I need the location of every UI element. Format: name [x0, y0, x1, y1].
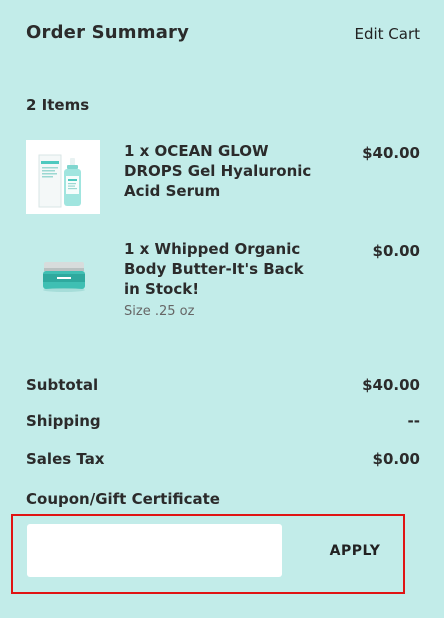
item-count: 2 Items	[26, 96, 90, 114]
sales-tax-value: $0.00	[372, 450, 420, 468]
item-name-serum[interactable]: 1 x OCEAN GLOW DROPS Gel Hyaluronic Acid…	[124, 141, 324, 201]
sales-tax-label: Sales Tax	[26, 450, 105, 468]
shipping-value: --	[407, 412, 420, 430]
body-butter-jar-image[interactable]	[26, 238, 100, 312]
item-price-body-butter: $0.00	[372, 242, 420, 260]
serum-bottle-illustration	[26, 140, 100, 214]
item-name-body-butter[interactable]: 1 x Whipped Organic Body Butter-It's Bac…	[124, 239, 324, 299]
apply-coupon-button[interactable]: APPLY	[300, 532, 410, 570]
edit-cart-link[interactable]: Edit Cart	[354, 25, 420, 43]
subtotal-label: Subtotal	[26, 376, 99, 394]
body-butter-jar-illustration	[43, 262, 85, 292]
subtotal-value: $40.00	[362, 376, 420, 394]
item-price-serum: $40.00	[362, 144, 420, 162]
order-summary-title: Order Summary	[26, 22, 190, 43]
coupon-label: Coupon/Gift Certificate	[26, 490, 220, 508]
serum-bottle-image[interactable]	[26, 140, 100, 214]
shipping-label: Shipping	[26, 412, 101, 430]
item-option-size: Size .25 oz	[124, 304, 195, 319]
coupon-input[interactable]	[27, 524, 282, 577]
